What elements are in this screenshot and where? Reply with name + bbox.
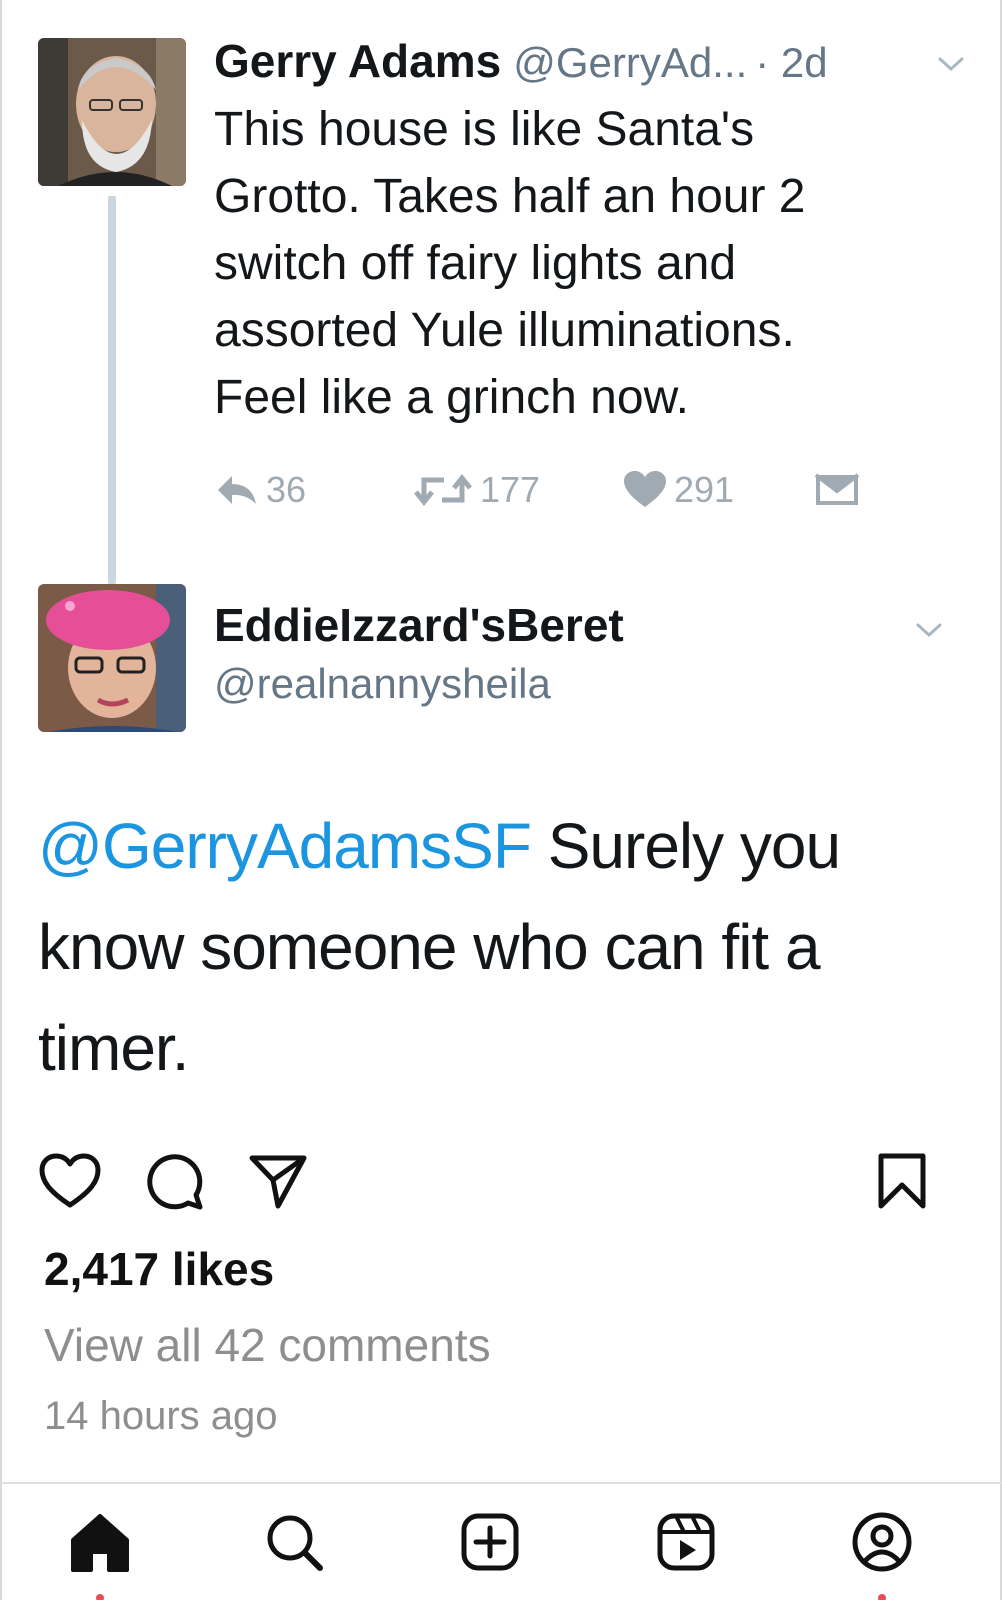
bottom-nav bbox=[0, 1484, 1002, 1600]
tweet2-line: know someone who can fit a bbox=[38, 911, 821, 983]
nav-reels[interactable] bbox=[650, 1506, 722, 1578]
thread-connector bbox=[108, 196, 116, 584]
nav-search[interactable] bbox=[258, 1506, 330, 1578]
share-button[interactable] bbox=[246, 1150, 310, 1212]
like-button[interactable] bbox=[38, 1150, 102, 1212]
home-icon bbox=[71, 1514, 129, 1572]
save-button[interactable] bbox=[870, 1150, 934, 1212]
tweet1-line: switch off fairy lights and bbox=[214, 237, 737, 290]
reply-count: 36 bbox=[266, 469, 307, 510]
nav-home[interactable] bbox=[64, 1506, 136, 1578]
profile-notification-dot bbox=[878, 1594, 886, 1600]
reels-icon bbox=[657, 1513, 715, 1571]
gerry-adams-avatar[interactable] bbox=[38, 38, 186, 186]
reply-icon bbox=[218, 476, 256, 504]
chevron-down-icon[interactable] bbox=[938, 56, 964, 72]
create-icon bbox=[461, 1513, 519, 1571]
tweet1-line: assorted Yule illuminations. bbox=[214, 304, 795, 357]
tweet1-header: Gerry Adams @GerryAd... · 2d bbox=[214, 34, 974, 94]
tweet2-line: @GerryAdamsSF Surely you bbox=[38, 796, 958, 897]
eddie-izzard-beret-avatar[interactable] bbox=[38, 584, 186, 732]
tweet1-timestamp[interactable]: · 2d bbox=[755, 39, 827, 86]
tweet2-line-text: Surely you bbox=[530, 810, 841, 882]
chevron-down-icon[interactable] bbox=[916, 622, 942, 638]
tweet1-line: Grotto. Takes half an hour 2 bbox=[214, 170, 806, 223]
comment-button[interactable] bbox=[142, 1150, 206, 1212]
post-timestamp: 14 hours ago bbox=[44, 1394, 278, 1438]
nav-create[interactable] bbox=[454, 1506, 526, 1578]
heart-icon bbox=[624, 471, 666, 507]
tweet2-line: timer. bbox=[38, 1012, 189, 1084]
comment-icon bbox=[147, 1154, 203, 1210]
bookmark-icon bbox=[878, 1153, 926, 1209]
tweet1-line: Feel like a grinch now. bbox=[214, 371, 689, 424]
tweet1-actions: 36 177 291 bbox=[214, 469, 894, 510]
envelope-icon bbox=[814, 473, 860, 505]
retweet-count: 177 bbox=[480, 469, 541, 510]
retweet-icon bbox=[414, 473, 472, 507]
tweet1-author-name[interactable]: Gerry Adams bbox=[214, 35, 501, 87]
retweet-button[interactable]: 177 bbox=[414, 469, 541, 510]
direct-message-button[interactable] bbox=[814, 470, 868, 510]
tweet-like-button[interactable]: 291 bbox=[624, 469, 735, 510]
likes-count[interactable]: 2,417 likes bbox=[44, 1242, 274, 1296]
tweet1-line: This house is like Santa's bbox=[214, 103, 755, 156]
tweet2-author-name[interactable]: EddieIzzard'sBeret bbox=[214, 598, 624, 652]
nav-profile[interactable] bbox=[846, 1506, 918, 1578]
tweet2-text: @GerryAdamsSF Surely you know someone wh… bbox=[38, 796, 958, 1099]
home-notification-dot bbox=[96, 1594, 104, 1600]
send-icon bbox=[249, 1155, 307, 1209]
like-count: 291 bbox=[674, 469, 735, 510]
tweet1-handle[interactable]: @GerryAd... bbox=[513, 39, 747, 86]
reply-button[interactable]: 36 bbox=[214, 469, 307, 510]
post-actions bbox=[38, 1150, 958, 1212]
search-icon bbox=[267, 1515, 323, 1571]
view-comments-link[interactable]: View all 42 comments bbox=[44, 1318, 491, 1372]
heart-icon bbox=[39, 1153, 101, 1208]
profile-icon bbox=[852, 1512, 912, 1572]
mention-link[interactable]: @GerryAdamsSF bbox=[38, 810, 532, 882]
tweet2-handle[interactable]: @realnannysheila bbox=[214, 660, 551, 708]
tweet1-text: This house is like Santa's Grotto. Takes… bbox=[214, 96, 954, 431]
